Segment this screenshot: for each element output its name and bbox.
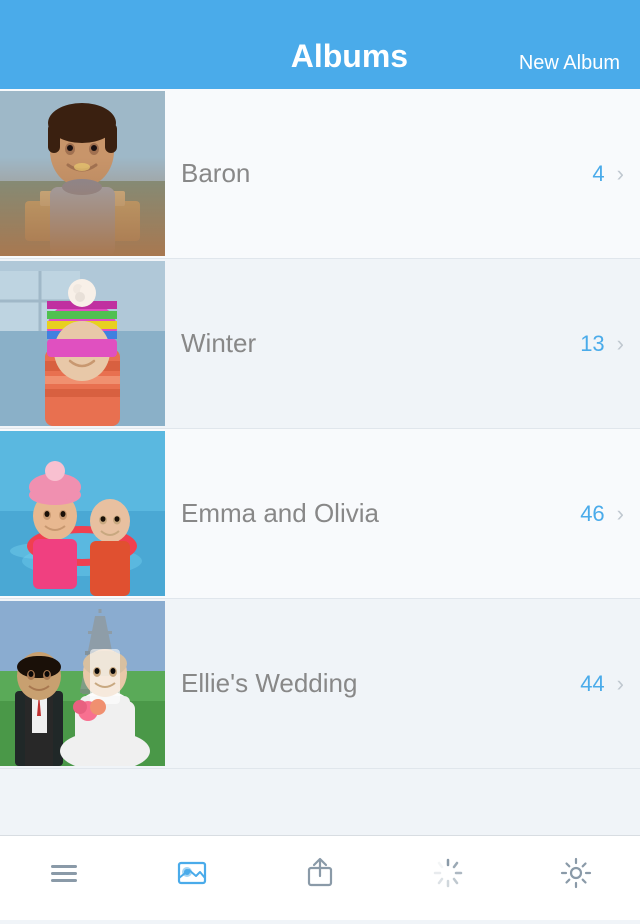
album-name-baron: Baron [181,158,592,189]
album-count-ellies-wedding: 44 [580,671,604,697]
chevron-icon-ellies-wedding: › [617,671,624,697]
settings-icon [559,856,593,890]
album-info-ellies-wedding: Ellie's Wedding 44 › [165,668,640,699]
album-item-winter[interactable]: Winter 13 › [0,259,640,429]
tab-settings[interactable] [546,843,606,903]
album-item-emma-olivia[interactable]: Emma and Olivia 46 › [0,429,640,599]
tab-bar [0,835,640,920]
album-name-emma-olivia: Emma and Olivia [181,498,580,529]
album-info-baron: Baron 4 › [165,158,640,189]
album-info-winter: Winter 13 › [165,328,640,359]
main-content: Baron 4 › [0,89,640,924]
tab-albums[interactable] [162,843,222,903]
page-title: Albums [180,38,519,75]
album-list: Baron 4 › [0,89,640,769]
album-thumbnail-ellies-wedding [0,601,165,766]
album-thumbnail-emma-olivia [0,431,165,596]
chevron-icon-emma-olivia: › [617,501,624,527]
chevron-icon-baron: › [617,161,624,187]
album-item-ellies-wedding[interactable]: Ellie's Wedding 44 › [0,599,640,769]
album-name-ellies-wedding: Ellie's Wedding [181,668,580,699]
album-thumbnail-baron [0,91,165,256]
chevron-icon-winter: › [617,331,624,357]
menu-icon [47,856,81,890]
album-thumbnail-winter [0,261,165,426]
album-count-emma-olivia: 46 [580,501,604,527]
activity-icon [431,856,465,890]
new-album-button[interactable]: New Album [519,52,620,75]
tab-activity[interactable] [418,843,478,903]
tab-menu[interactable] [34,843,94,903]
album-name-winter: Winter [181,328,580,359]
album-count-baron: 4 [592,161,604,187]
album-item-baron[interactable]: Baron 4 › [0,89,640,259]
albums-icon [175,856,209,890]
album-info-emma-olivia: Emma and Olivia 46 › [165,498,640,529]
header: Albums New Album [0,0,640,89]
album-count-winter: 13 [580,331,604,357]
tab-share[interactable] [290,843,350,903]
share-icon [303,856,337,890]
